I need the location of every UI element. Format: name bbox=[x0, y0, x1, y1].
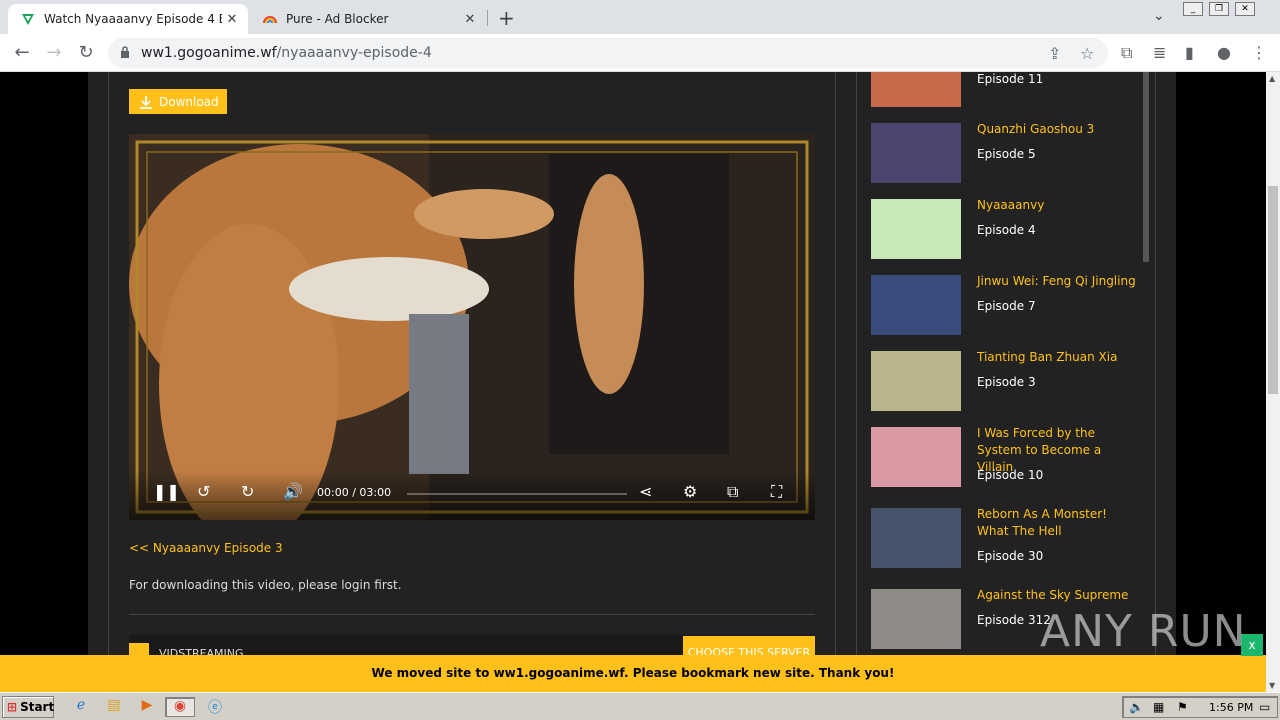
bookmark-star-icon[interactable]: ☆ bbox=[1080, 44, 1094, 63]
extensions-puzzle-icon[interactable]: ⧉ bbox=[1121, 43, 1132, 63]
sidebar-item-episode[interactable]: Episode 7 bbox=[977, 299, 1036, 313]
sidebar-item-title[interactable]: Against the Sky Supreme bbox=[977, 587, 1137, 604]
sidebar-thumbnail[interactable] bbox=[871, 72, 961, 107]
page-scrollbar[interactable]: ▲ ▼ bbox=[1266, 72, 1280, 692]
windows-logo-icon: ⊞ bbox=[7, 700, 18, 714]
volume-icon[interactable]: 🔊 bbox=[283, 482, 303, 501]
download-label: Download bbox=[159, 94, 219, 109]
share-icon[interactable]: ⋖ bbox=[639, 482, 652, 501]
rewind-10-icon[interactable]: ↺ bbox=[197, 482, 210, 501]
url-text: ww1.gogoanime.wf/nyaaaanvy-episode-4 bbox=[141, 45, 432, 61]
show-desktop-icon[interactable]: ▭ bbox=[1259, 700, 1270, 714]
profile-avatar-icon[interactable]: ● bbox=[1217, 43, 1231, 62]
tab-close-icon[interactable]: ✕ bbox=[460, 12, 480, 27]
scroll-down-arrow-icon[interactable]: ▼ bbox=[1269, 681, 1275, 690]
sidebar-thumbnail[interactable] bbox=[871, 508, 961, 568]
start-button[interactable]: ⊞ Start bbox=[2, 696, 54, 718]
sidebar-item-episode[interactable]: Episode 5 bbox=[977, 147, 1036, 161]
new-tab-button[interactable]: + bbox=[498, 6, 515, 30]
clock: 1:56 PM bbox=[1209, 701, 1254, 714]
player-controls: ❚❚ ↺ ↻ 🔊 00:00 / 03:00 ⋖ ⚙ ⧉ ⛶ bbox=[129, 470, 815, 520]
sidebar-item-title[interactable]: Tianting Ban Zhuan Xia bbox=[977, 349, 1137, 366]
reload-icon[interactable]: ↻ bbox=[74, 41, 98, 65]
previous-episode-link[interactable]: << Nyaaaanvy Episode 3 bbox=[129, 541, 283, 555]
sidebar-scrollbar[interactable] bbox=[1143, 72, 1149, 262]
video-frame-cat bbox=[129, 134, 815, 520]
fullscreen-icon[interactable]: ⛶ bbox=[771, 482, 782, 502]
forward-arrow-icon[interactable]: → bbox=[42, 41, 66, 65]
browser-toolbar: ← → ↻ ww1.gogoanime.wf/nyaaaanvy-episode… bbox=[0, 34, 1280, 72]
chrome-icon[interactable]: ◉ bbox=[165, 697, 195, 717]
sidebar-item-episode[interactable]: Episode 11 bbox=[977, 72, 1043, 86]
restore-icon[interactable]: ❐ bbox=[1209, 2, 1229, 16]
tab-separator bbox=[487, 10, 488, 26]
tab-strip: Watch Nyaaaanvy Episode 4 En ✕ Pure - Ad… bbox=[0, 0, 1280, 34]
scroll-thumb[interactable] bbox=[1268, 186, 1278, 394]
settings-gear-icon[interactable]: ⚙ bbox=[683, 482, 697, 501]
tab-pure-adblocker[interactable]: Pure - Ad Blocker ✕ bbox=[250, 4, 486, 34]
tab-title: Pure - Ad Blocker bbox=[286, 12, 389, 26]
forward-10-icon[interactable]: ↻ bbox=[241, 482, 254, 501]
scroll-up-arrow-icon[interactable]: ▲ bbox=[1269, 74, 1275, 83]
volume-tray-icon[interactable]: 🔈 bbox=[1129, 700, 1144, 714]
minimize-icon[interactable]: _ bbox=[1183, 2, 1203, 16]
sidebar-thumbnail[interactable] bbox=[871, 427, 961, 487]
sidebar-item-title[interactable]: Jinwu Wei: Feng Qi Jingling bbox=[977, 273, 1137, 290]
gogoanime-favicon-icon bbox=[22, 14, 34, 25]
close-window-icon[interactable]: ✕ bbox=[1235, 2, 1255, 16]
media-player-icon[interactable]: ▶ bbox=[136, 697, 158, 717]
download-icon bbox=[140, 95, 152, 109]
back-arrow-icon[interactable]: ← bbox=[10, 41, 34, 65]
tab-close-icon[interactable]: ✕ bbox=[222, 12, 242, 27]
divider bbox=[129, 614, 815, 615]
page-viewport: Download ❚❚ ↺ ↻ 🔊 00:00 / 03:00 ⋖ ⚙ ⧉ ⛶ … bbox=[0, 72, 1266, 692]
ie-icon[interactable]: ℯ bbox=[70, 697, 92, 717]
explorer-folder-icon[interactable]: ▤ bbox=[103, 697, 125, 717]
sidebar-item-title[interactable]: Nyaaaanvy bbox=[977, 197, 1137, 214]
sidebar-thumbnail[interactable] bbox=[871, 275, 961, 335]
media-controls-icon[interactable]: ≣ bbox=[1153, 43, 1166, 62]
side-panel-icon[interactable]: ▮ bbox=[1185, 43, 1194, 62]
lock-icon bbox=[121, 46, 129, 58]
sidebar-thumbnail[interactable] bbox=[871, 351, 961, 411]
sidebar-thumbnail[interactable] bbox=[871, 589, 961, 649]
edge-icon[interactable]: ⓔ bbox=[204, 697, 226, 717]
sidebar-item-title[interactable]: Reborn As A Monster! What The Hell bbox=[977, 506, 1137, 540]
rainbow-favicon-icon bbox=[263, 16, 277, 24]
address-bar[interactable]: ww1.gogoanime.wf/nyaaaanvy-episode-4 ⇪ ☆ bbox=[108, 38, 1108, 68]
pause-icon[interactable]: ❚❚ bbox=[153, 482, 180, 501]
sidebar-thumbnail[interactable] bbox=[871, 199, 961, 259]
start-label: Start bbox=[20, 700, 55, 714]
sidebar-item-episode[interactable]: Episode 4 bbox=[977, 223, 1036, 237]
tab-search-chevron-icon[interactable]: ⌄ bbox=[1153, 8, 1165, 24]
kebab-menu-icon[interactable]: ⋮ bbox=[1251, 43, 1267, 62]
moved-site-banner: We moved site to ww1.gogoanime.wf. Pleas… bbox=[0, 655, 1266, 692]
window-controls: _ ❐ ✕ bbox=[1183, 2, 1255, 16]
tab-active[interactable]: Watch Nyaaaanvy Episode 4 En ✕ bbox=[8, 4, 248, 34]
sidebar-item-title[interactable]: Quanzhi Gaoshou 3 bbox=[977, 121, 1137, 138]
sidebar-item-episode[interactable]: Episode 3 bbox=[977, 375, 1036, 389]
sidebar-thumbnail[interactable] bbox=[871, 123, 961, 183]
tab-title: Watch Nyaaaanvy Episode 4 En bbox=[44, 12, 222, 26]
sidebar-item-episode[interactable]: Episode 10 bbox=[977, 468, 1043, 482]
login-note: For downloading this video, please login… bbox=[129, 578, 402, 592]
picture-in-picture-icon[interactable]: ⧉ bbox=[727, 482, 738, 502]
time-readout: 00:00 / 03:00 bbox=[317, 486, 392, 499]
network-tray-icon[interactable]: ▦ bbox=[1153, 700, 1164, 714]
anyrun-watermark: ANY RUN bbox=[1040, 606, 1247, 657]
sidebar-item-episode[interactable]: Episode 30 bbox=[977, 549, 1043, 563]
system-tray: 🔈 ▦ ⚑ ▭ bbox=[1122, 696, 1278, 718]
flag-tray-icon[interactable]: ⚑ bbox=[1177, 700, 1188, 714]
share-icon[interactable]: ⇪ bbox=[1048, 44, 1061, 63]
windows-taskbar: ⊞ Start ℯ ▤ ▶ ◉ ⓔ 🔈 ▦ ⚑ ▭ 1:56 PM bbox=[0, 692, 1280, 720]
progress-track[interactable] bbox=[407, 493, 627, 495]
download-button[interactable]: Download bbox=[129, 89, 227, 114]
video-player[interactable]: ❚❚ ↺ ↻ 🔊 00:00 / 03:00 ⋖ ⚙ ⧉ ⛶ bbox=[129, 134, 815, 520]
